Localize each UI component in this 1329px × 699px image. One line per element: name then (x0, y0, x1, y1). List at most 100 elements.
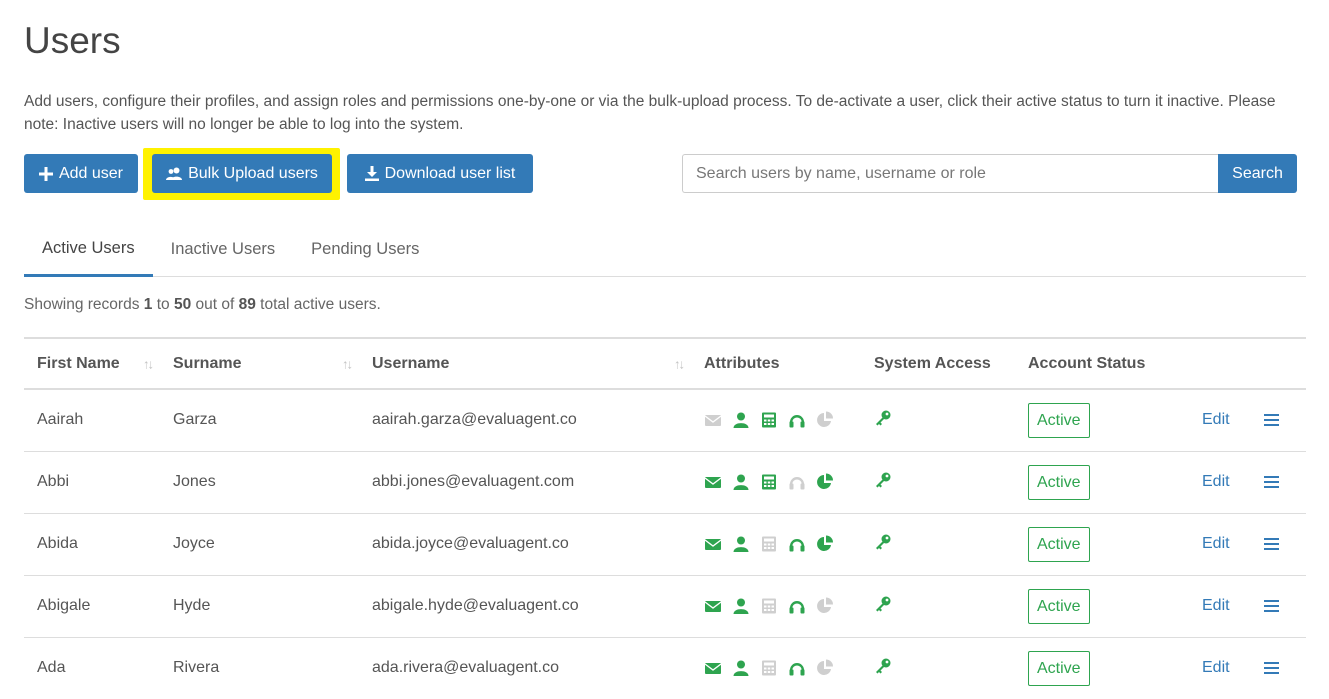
headset-icon (788, 597, 806, 615)
envelope-icon (704, 535, 722, 553)
page-title: Users (24, 20, 121, 61)
system-access-cell (861, 637, 1015, 699)
envelope-icon (704, 411, 722, 429)
column-header-attributes: Attributes (704, 354, 780, 372)
calculator-icon (760, 659, 778, 677)
key-icon (874, 471, 892, 489)
calculator-icon (760, 597, 778, 615)
users-page: Users Add users, configure their profile… (0, 0, 1329, 699)
system-access-cell (861, 389, 1015, 451)
actions-cell: Edit (1189, 451, 1306, 513)
table-row: Ada Rivera ada.rivera@evaluagent.co Acti… (24, 637, 1306, 699)
attributes-cell (691, 513, 861, 575)
account-status-cell: Active (1015, 389, 1189, 451)
edit-link[interactable]: Edit (1202, 597, 1230, 614)
surname-cell: Rivera (173, 659, 220, 676)
username-cell: abida.joyce@evaluagent.co (372, 535, 569, 552)
user-icon (732, 659, 750, 677)
surname-cell: Joyce (173, 535, 215, 552)
sort-icon[interactable]: ↑↓ (342, 356, 353, 371)
tab-inactive-users[interactable]: Inactive Users (153, 222, 294, 277)
envelope-icon (704, 597, 722, 615)
bulk-upload-label: Bulk Upload users (188, 164, 318, 182)
edit-link[interactable]: Edit (1202, 659, 1230, 676)
hamburger-menu-icon[interactable] (1264, 599, 1280, 613)
actions-cell: Edit (1189, 575, 1306, 637)
tab-pending-users[interactable]: Pending Users (293, 222, 437, 277)
add-user-button[interactable]: Add user (24, 154, 138, 193)
status-badge[interactable]: Active (1028, 526, 1090, 562)
account-status-cell: Active (1015, 513, 1189, 575)
headset-icon (788, 659, 806, 677)
search-input[interactable] (682, 154, 1219, 193)
table-header-row: First Name ↑↓ Surname ↑↓ Username ↑↓ Attrib… (24, 338, 1306, 389)
sort-icon[interactable]: ↑↓ (143, 356, 154, 371)
system-access-cell (861, 575, 1015, 637)
column-header-first-name[interactable]: First Name ↑↓ (24, 338, 160, 389)
status-badge[interactable]: Active (1028, 402, 1090, 438)
status-badge[interactable]: Active (1028, 588, 1090, 624)
actions-cell: Edit (1189, 637, 1306, 699)
first-name-cell: Abigale (37, 597, 91, 614)
surname-cell: Garza (173, 411, 217, 429)
user-icon (732, 535, 750, 553)
column-header-account-status: Account Status (1028, 354, 1146, 372)
download-label: Download user list (384, 164, 516, 182)
bulk-upload-users-button[interactable]: Bulk Upload users (152, 154, 332, 193)
key-icon (874, 657, 892, 675)
table-row: Abida Joyce abida.joyce@evaluagent.co Ac… (24, 513, 1306, 575)
chart-pie-icon (816, 535, 834, 553)
column-header-username[interactable]: Username ↑↓ (359, 338, 691, 389)
attributes-cell (691, 575, 861, 637)
edit-link[interactable]: Edit (1202, 535, 1230, 552)
attributes-cell (691, 451, 861, 513)
key-icon (874, 595, 892, 613)
column-header-system-access: System Access (874, 354, 991, 372)
table-row: Abbi Jones abbi.jones@evaluagent.com Act… (24, 451, 1306, 513)
calculator-icon (760, 473, 778, 491)
table-row: Abigale Hyde abigale.hyde@evaluagent.co … (24, 575, 1306, 637)
users-icon (166, 167, 183, 181)
headset-icon (788, 535, 806, 553)
envelope-icon (704, 659, 722, 677)
calculator-icon (760, 535, 778, 553)
tab-active-users[interactable]: Active Users (24, 222, 153, 277)
hamburger-menu-icon[interactable] (1264, 661, 1280, 675)
first-name-cell: Aairah (37, 411, 84, 429)
column-header-surname[interactable]: Surname ↑↓ (160, 338, 359, 389)
headset-icon (788, 411, 806, 429)
status-badge[interactable]: Active (1028, 464, 1090, 500)
attributes-cell (691, 389, 861, 451)
plus-icon (38, 166, 53, 181)
sort-icon[interactable]: ↑↓ (674, 356, 685, 371)
status-badge[interactable]: Active (1028, 650, 1090, 686)
actions-cell: Edit (1189, 389, 1306, 451)
username-cell: abbi.jones@evaluagent.com (372, 473, 575, 490)
edit-link[interactable]: Edit (1202, 411, 1230, 428)
key-icon (874, 409, 892, 427)
account-status-cell: Active (1015, 575, 1189, 637)
chart-pie-icon (816, 411, 834, 429)
hamburger-menu-icon[interactable] (1264, 413, 1280, 427)
download-user-list-button[interactable]: Download user list (347, 154, 533, 193)
records-summary: Showing records 1 to 50 out of 89 total … (24, 296, 381, 313)
edit-link[interactable]: Edit (1202, 473, 1230, 490)
surname-cell: Jones (173, 473, 216, 490)
chart-pie-icon (816, 659, 834, 677)
hamburger-menu-icon[interactable] (1264, 537, 1280, 551)
username-cell: ada.rivera@evaluagent.co (372, 659, 560, 676)
hamburger-menu-icon[interactable] (1264, 475, 1280, 489)
first-name-cell: Abida (37, 535, 78, 552)
first-name-cell: Abbi (37, 473, 70, 490)
users-table: First Name ↑↓ Surname ↑↓ Username ↑↓ Attrib… (24, 337, 1306, 699)
username-cell: aairah.garza@evaluagent.co (372, 411, 577, 429)
first-name-cell: Ada (37, 659, 66, 676)
system-access-cell (861, 513, 1015, 575)
download-icon (364, 166, 379, 181)
column-header-actions (1189, 338, 1306, 389)
surname-cell: Hyde (173, 597, 211, 614)
add-user-label: Add user (58, 164, 124, 182)
user-icon (732, 597, 750, 615)
key-icon (874, 533, 892, 551)
search-button[interactable]: Search (1218, 154, 1297, 193)
